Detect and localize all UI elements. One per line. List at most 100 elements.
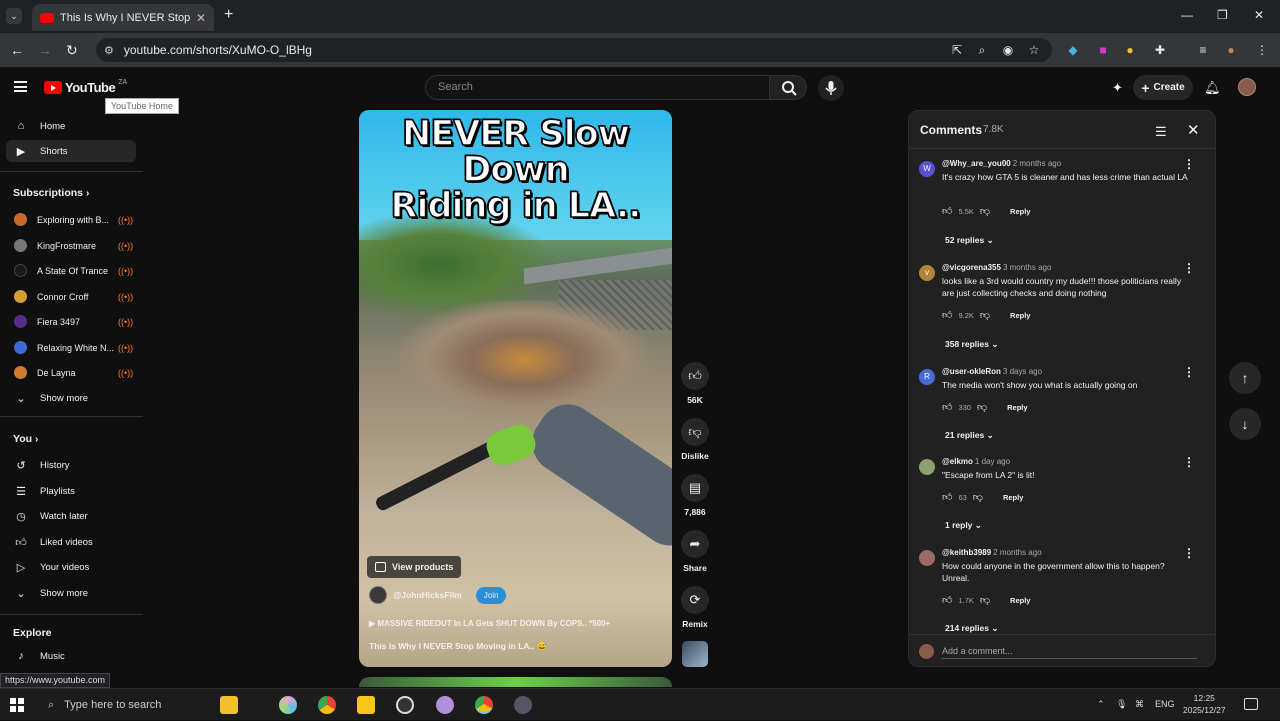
more-options-icon[interactable]: ⋮ [1183, 546, 1195, 560]
dislike-button[interactable]: 👎︎ Dislike [680, 418, 710, 461]
replies-toggle[interactable]: 52 replies ⌄ [945, 235, 994, 246]
file-explorer-icon[interactable] [357, 696, 375, 714]
subscription-item[interactable]: De Layna ((•)) [14, 366, 133, 379]
thumb-up-icon[interactable]: 👍︎ [942, 401, 952, 413]
sort-icon[interactable]: ☰ [1155, 124, 1167, 140]
share-button[interactable]: ➦ Share [680, 530, 710, 573]
commenter-avatar[interactable]: R [919, 369, 935, 385]
you-heading[interactable]: You › [13, 433, 38, 445]
thumb-down-icon[interactable]: 👎︎ [980, 309, 990, 321]
search-input[interactable]: Search [425, 75, 770, 100]
voice-search-button[interactable] [818, 75, 844, 101]
taskbar-clock[interactable]: 12:25 2025/12/27 [1183, 692, 1226, 716]
tab-search-button[interactable]: ⌄ [6, 8, 22, 24]
commenter-avatar[interactable]: v [919, 265, 935, 281]
chrome-active-icon[interactable] [475, 696, 493, 714]
thumb-up-icon[interactable]: 👍︎ [942, 491, 952, 503]
sound-thumbnail[interactable] [682, 641, 708, 667]
profile-icon[interactable]: ● [1224, 43, 1238, 57]
microphone-tray-icon[interactable]: 🎙︎ [1116, 699, 1127, 710]
zoom-icon[interactable]: ⌕ [975, 43, 989, 57]
tab-close-icon[interactable]: ✕ [196, 11, 206, 25]
close-icon[interactable]: ✕ [1187, 121, 1200, 139]
comments-button[interactable]: ▤ 7,886 [680, 474, 710, 517]
site-info-icon[interactable]: ⚙ [104, 44, 114, 57]
app-icon[interactable] [514, 696, 532, 714]
channel-avatar[interactable] [369, 586, 387, 604]
youtube-logo[interactable]: YouTube ZA [44, 79, 127, 95]
commenter-avatar[interactable] [919, 550, 935, 566]
thumb-down-icon[interactable]: 👎︎ [980, 594, 990, 606]
view-products-button[interactable]: View products [367, 556, 462, 578]
sidebar-item-home[interactable]: ⌂ Home [6, 115, 136, 137]
more-options-icon[interactable]: ⋮ [1183, 157, 1195, 171]
subscriptions-heading[interactable]: Subscriptions › [13, 187, 89, 199]
sidebar-item-history[interactable]: ↺ History [6, 454, 136, 476]
short-video-player[interactable]: NEVER Slow Down Riding in LA.. View prod… [359, 110, 672, 667]
extensions-puzzle-icon[interactable]: ✚ [1153, 43, 1167, 57]
ai-sparkle-icon[interactable]: ✦ [1112, 80, 1123, 96]
sidebar-item-shorts[interactable]: ▶ Shorts [6, 140, 136, 162]
copilot-sparkle-icon[interactable] [220, 696, 238, 714]
subscription-item[interactable]: Fiera 3497 ((•)) [14, 315, 133, 328]
commenter-avatar[interactable] [919, 459, 935, 475]
install-app-icon[interactable]: ⇱ [950, 43, 964, 57]
sidebar-item-liked-videos[interactable]: 👍︎ Liked videos [6, 531, 136, 553]
notification-center-icon[interactable] [1244, 698, 1258, 710]
commenter-handle[interactable]: @user-okleRon 3 days ago [942, 367, 1042, 376]
show-more-you[interactable]: ⌄ Show more [6, 582, 136, 604]
tracking-eye-icon[interactable]: ◉ [1001, 43, 1015, 57]
snipping-tool-icon[interactable] [436, 696, 454, 714]
address-bar[interactable]: ⚙ youtube.com/shorts/XuMO-O_lBHg [96, 38, 1052, 62]
reply-button[interactable]: Reply [1003, 493, 1023, 502]
browser-menu-icon[interactable]: ⋮ [1255, 43, 1269, 57]
extension-1-icon[interactable]: ◆ [1066, 43, 1080, 57]
add-comment-input[interactable]: Add a comment... [942, 646, 1197, 659]
copilot-app-icon[interactable] [279, 696, 297, 714]
replies-toggle[interactable]: 1 reply ⌄ [945, 520, 982, 531]
more-options-icon[interactable]: ⋮ [1183, 455, 1195, 469]
subscription-item[interactable]: Connor Croff ((•)) [14, 290, 133, 303]
thumb-up-icon[interactable]: 👍︎ [942, 309, 952, 321]
reply-button[interactable]: Reply [1007, 403, 1027, 412]
create-button[interactable]: + Create [1133, 75, 1193, 100]
search-button[interactable] [769, 75, 807, 100]
account-avatar[interactable] [1238, 78, 1256, 96]
subscription-item[interactable]: Relaxing White N... ((•)) [14, 341, 133, 354]
active-tab[interactable]: This Is Why I NEVER Stop M ✕ [32, 4, 214, 31]
extension-2-icon[interactable]: ■ [1096, 43, 1110, 57]
more-options-icon[interactable]: ⋮ [1183, 261, 1195, 275]
maximize-icon[interactable]: ❐ [1217, 8, 1228, 22]
network-icon[interactable]: ⌘ [1135, 699, 1144, 710]
sidebar-item-playlists[interactable]: ☰ Playlists [6, 480, 136, 502]
reload-icon[interactable]: ↻ [66, 42, 78, 59]
thumb-down-icon[interactable]: 👎︎ [977, 401, 987, 413]
media-control-icon[interactable]: ≡ [1196, 43, 1210, 57]
hamburger-menu-icon[interactable] [14, 81, 27, 92]
thumb-up-icon[interactable]: 👍︎ [942, 205, 952, 217]
forward-icon[interactable]: → [38, 42, 52, 58]
join-button[interactable]: Join [475, 586, 507, 604]
bookmark-star-icon[interactable]: ☆ [1027, 43, 1041, 57]
new-tab-button[interactable]: + [224, 6, 233, 24]
minimize-icon[interactable]: — [1181, 8, 1193, 22]
commenter-handle[interactable]: @Why_are_you00 2 months ago [942, 159, 1061, 168]
next-short-preview[interactable] [359, 677, 672, 687]
thumb-down-icon[interactable]: 👎︎ [980, 205, 990, 217]
sidebar-item-your-videos[interactable]: ▷ Your videos [6, 556, 136, 578]
chrome-app-icon[interactable] [318, 696, 336, 714]
obs-app-icon[interactable] [396, 696, 414, 714]
next-short-button[interactable]: ↓ [1229, 408, 1261, 440]
like-button[interactable]: 👍︎ 56K [680, 362, 710, 405]
more-options-icon[interactable]: ⋮ [1183, 365, 1195, 379]
commenter-avatar[interactable]: W [919, 161, 935, 177]
sidebar-item-music[interactable]: ♪ Music [6, 645, 136, 667]
replies-toggle[interactable]: 21 replies ⌄ [945, 430, 994, 441]
replies-toggle[interactable]: 214 replies ⌄ [945, 623, 998, 634]
linked-video[interactable]: ▶ MASSIVE RIDEOUT In LA Gets SHUT DOWN B… [369, 619, 610, 628]
show-more-subscriptions[interactable]: ⌄ Show more [6, 387, 136, 409]
back-icon[interactable]: ← [10, 42, 24, 58]
commenter-handle[interactable]: @elkmo 1 day ago [942, 457, 1010, 466]
commenter-handle[interactable]: @vicgorena355 3 months ago [942, 263, 1051, 272]
commenter-handle[interactable]: @keithb3989 2 months ago [942, 548, 1042, 557]
